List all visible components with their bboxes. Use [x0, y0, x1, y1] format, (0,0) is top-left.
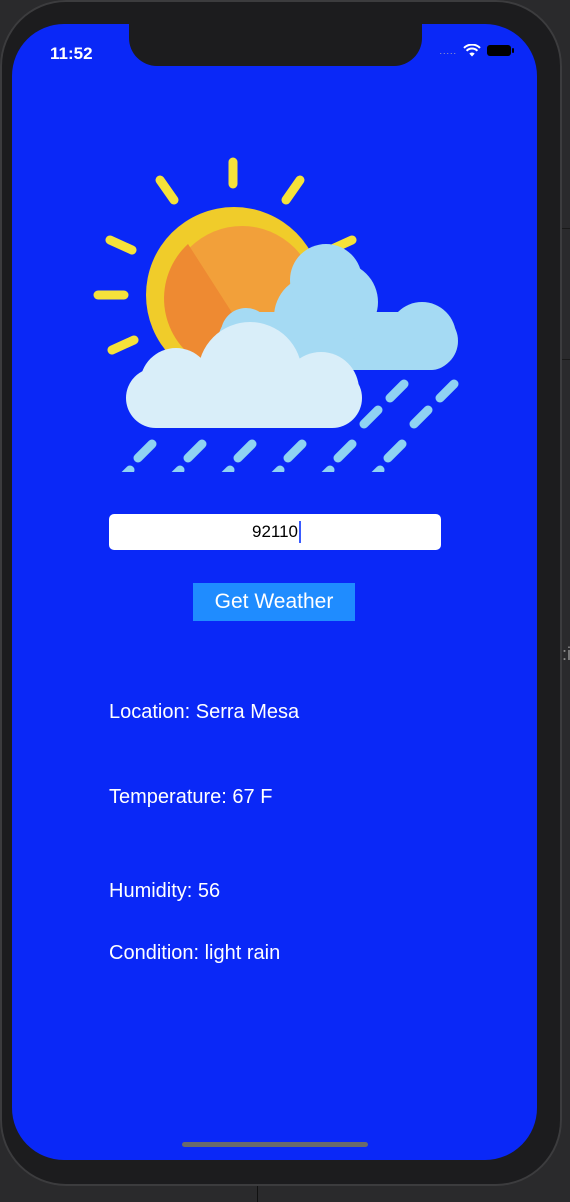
status-icons: .....	[439, 44, 514, 57]
status-time: 11:52	[50, 44, 93, 63]
location-label: Location: Serra Mesa	[109, 701, 300, 723]
zip-code-input[interactable]	[109, 514, 441, 550]
app-screen: 11:52 ..... 92110 Get Weather Location: …	[12, 24, 537, 1160]
home-indicator[interactable]	[182, 1142, 368, 1147]
temperature-label: Temperature: 67 F	[109, 786, 273, 808]
get-weather-button[interactable]: Get Weather	[193, 583, 355, 621]
phone-frame: 11:52 ..... 92110 Get Weather Location: …	[0, 0, 562, 1186]
notch	[129, 24, 422, 66]
wifi-icon	[463, 44, 481, 57]
humidity-label: Humidity: 56	[109, 880, 221, 902]
text-caret	[299, 521, 301, 543]
window-edge-mark: :i	[562, 644, 570, 664]
condition-label: Condition: light rain	[109, 942, 281, 964]
battery-icon	[487, 45, 514, 56]
weather-rain-icon	[93, 157, 459, 472]
cellular-dots: .....	[439, 45, 457, 56]
